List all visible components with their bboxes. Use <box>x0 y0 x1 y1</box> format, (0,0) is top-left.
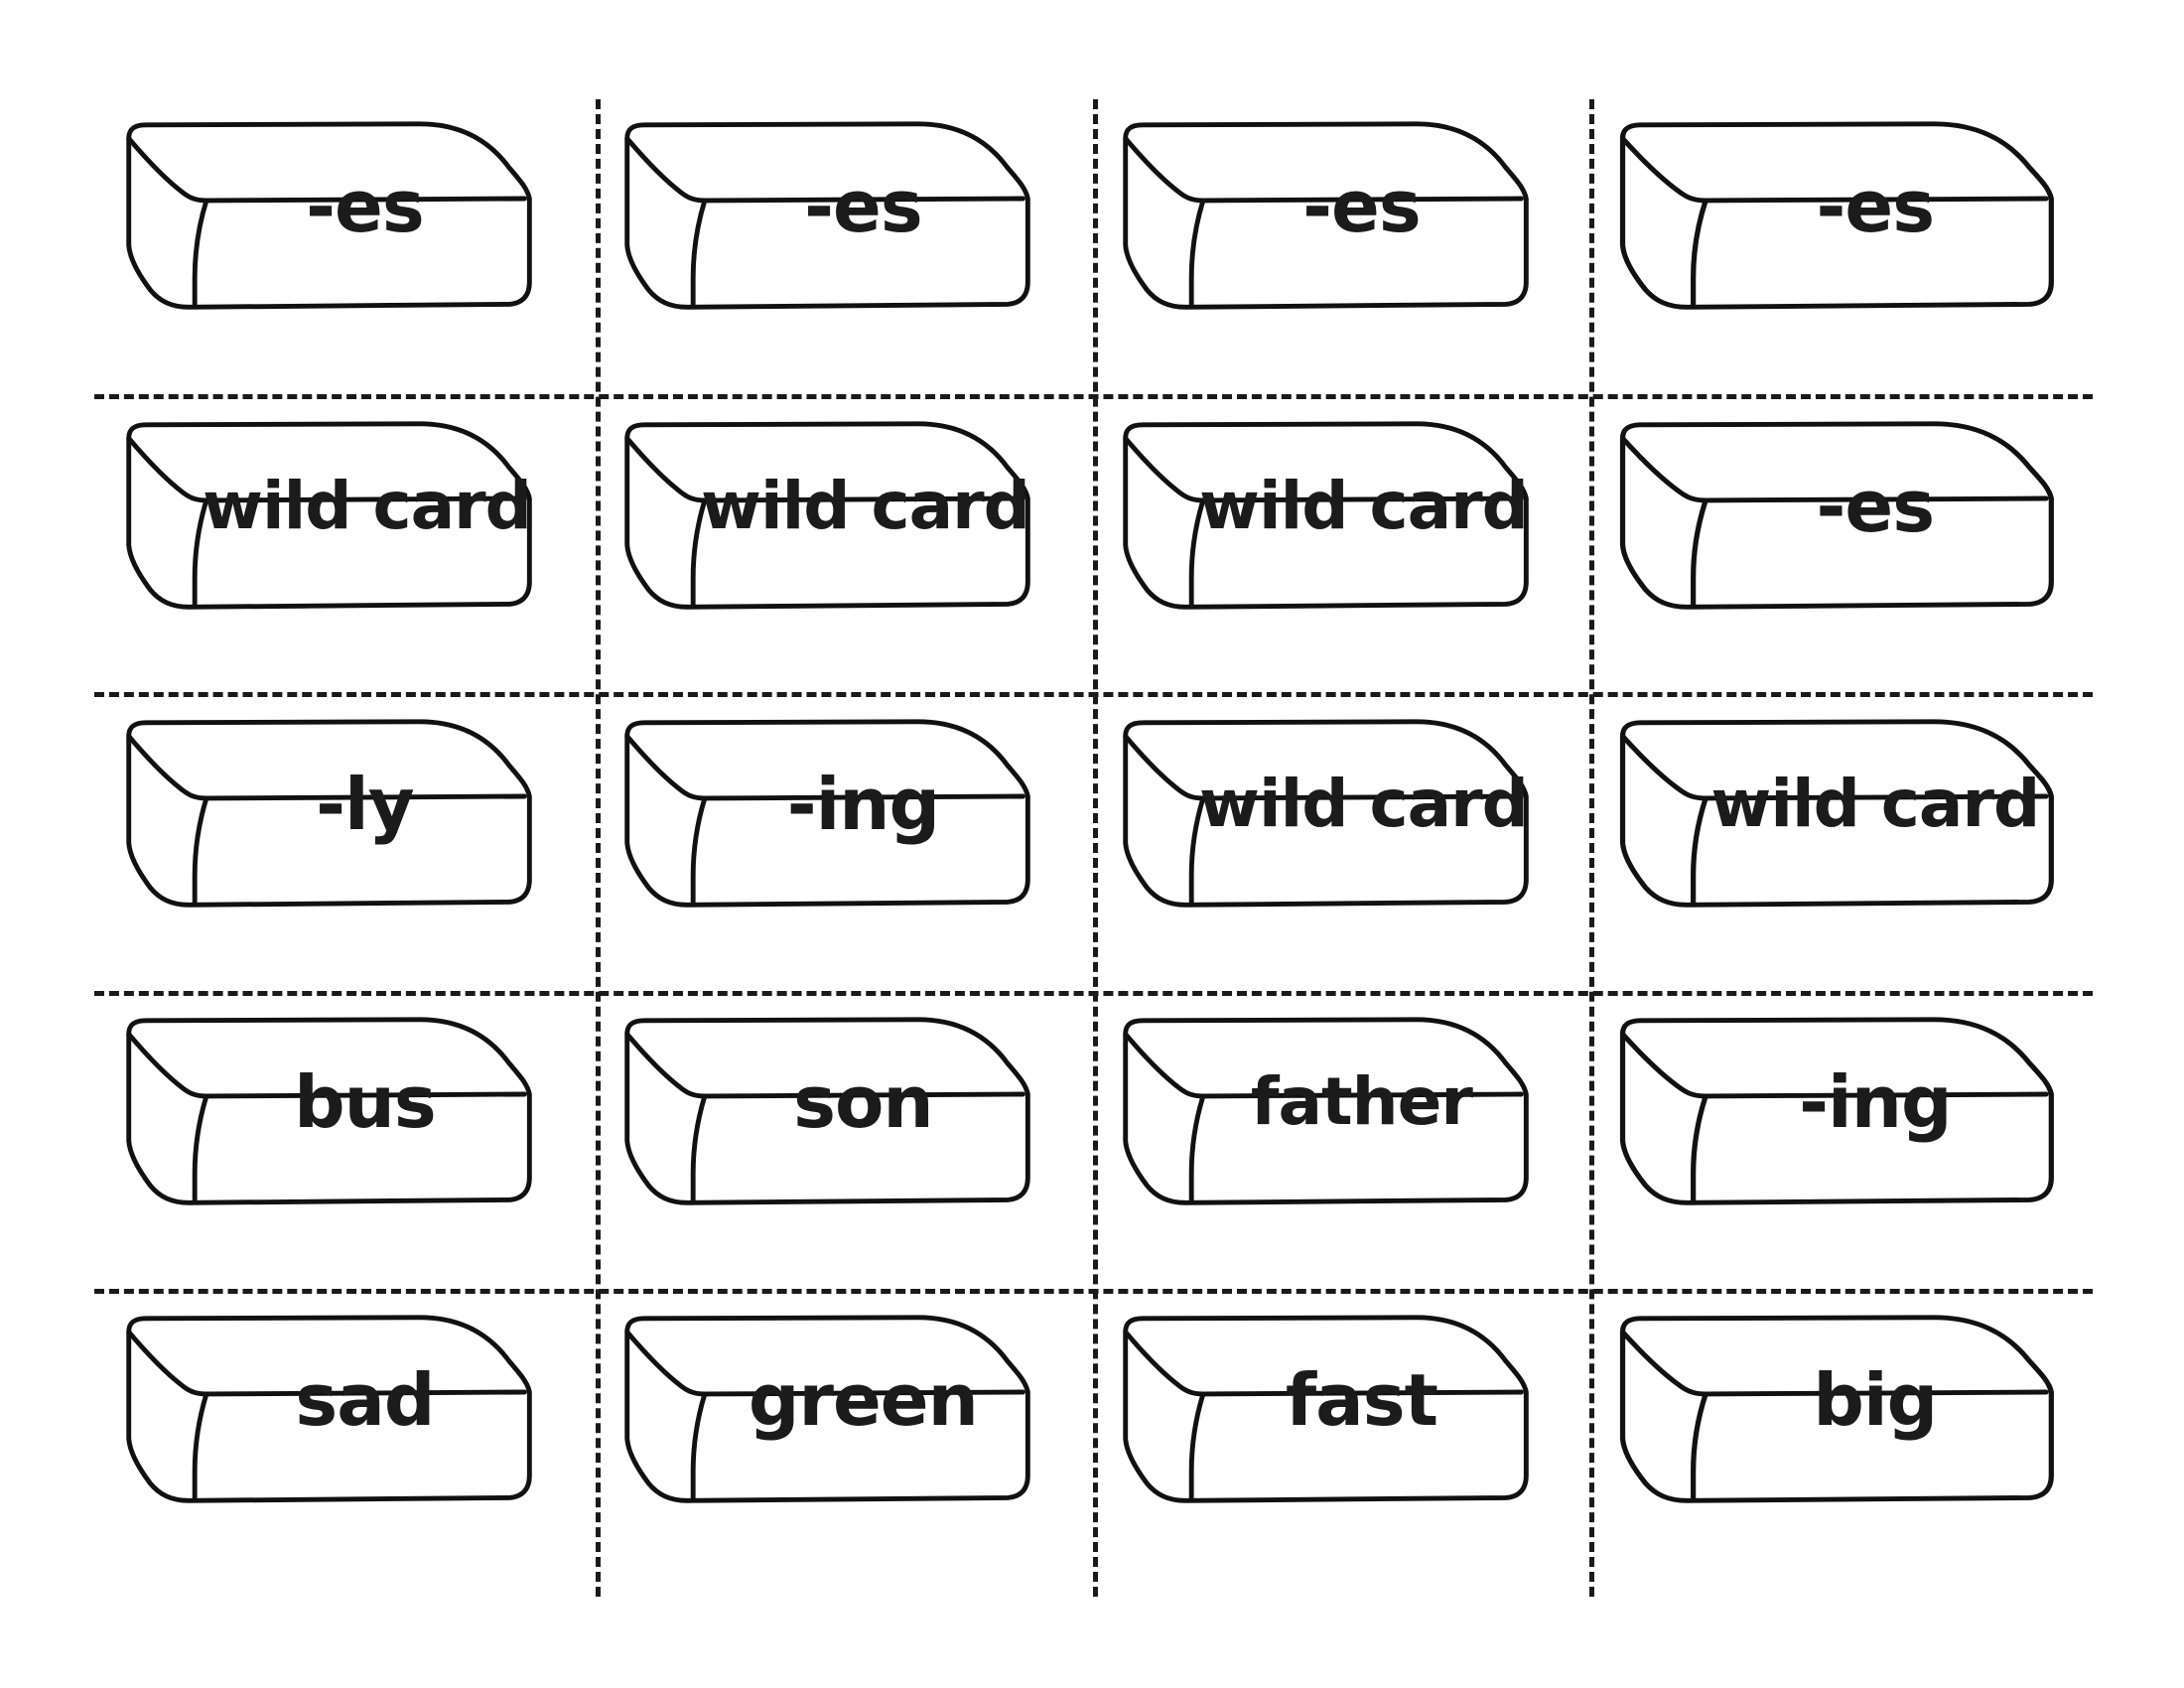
block-card-r1c3[interactable]: -es <box>1114 117 1541 321</box>
block-card-r5c3[interactable]: fast <box>1114 1311 1541 1514</box>
block-label: fast <box>1285 1358 1438 1443</box>
block-card-r4c3[interactable]: father <box>1114 1013 1541 1216</box>
block-card-r5c4[interactable]: big <box>1610 1311 2067 1514</box>
block-label: -es <box>306 165 425 249</box>
block-label: wild card <box>1199 468 1529 545</box>
block-card-r4c1[interactable]: bus <box>117 1013 544 1216</box>
block-label: son <box>793 1060 934 1145</box>
block-card-r2c3[interactable]: wild card <box>1114 417 1541 621</box>
worksheet-sheet: -es -es -es -es wild card wild card wild card -… <box>0 0 2184 1688</box>
block-card-r5c1[interactable]: sad <box>117 1311 544 1514</box>
block-card-r3c4[interactable]: wild card <box>1610 715 2067 918</box>
block-label: bus <box>294 1060 437 1145</box>
block-card-r3c1[interactable]: -ly <box>117 715 544 918</box>
block-card-r4c2[interactable]: son <box>615 1013 1042 1216</box>
block-card-r4c4[interactable]: -ing <box>1610 1013 2067 1216</box>
block-label: wild card <box>1199 766 1529 843</box>
block-label: -ly <box>316 763 414 847</box>
block-label: -ing <box>1799 1060 1952 1145</box>
block-label: -es <box>1302 165 1422 249</box>
block-card-r5c2[interactable]: green <box>615 1311 1042 1514</box>
block-label: -ing <box>786 763 940 847</box>
block-card-r2c1[interactable]: wild card <box>117 417 544 621</box>
block-label: sad <box>295 1358 435 1443</box>
block-label: wild card <box>701 468 1030 545</box>
block-label: wild card <box>1710 766 2040 843</box>
block-label: -es <box>804 165 923 249</box>
block-card-r2c4[interactable]: -es <box>1610 417 2067 621</box>
card-grid: -es -es -es -es wild card wild card wild card -… <box>0 0 2184 1688</box>
block-card-r3c3[interactable]: wild card <box>1114 715 1541 918</box>
block-card-r1c2[interactable]: -es <box>615 117 1042 321</box>
block-label: green <box>748 1358 979 1443</box>
block-label: wild card <box>203 468 532 545</box>
block-label: father <box>1250 1063 1473 1141</box>
block-label: big <box>1813 1358 1938 1443</box>
block-card-r1c1[interactable]: -es <box>117 117 544 321</box>
block-card-r3c2[interactable]: -ing <box>615 715 1042 918</box>
block-card-r1c4[interactable]: -es <box>1610 117 2067 321</box>
block-label: -es <box>1816 465 1936 549</box>
block-card-r2c2[interactable]: wild card <box>615 417 1042 621</box>
block-label: -es <box>1816 165 1936 249</box>
